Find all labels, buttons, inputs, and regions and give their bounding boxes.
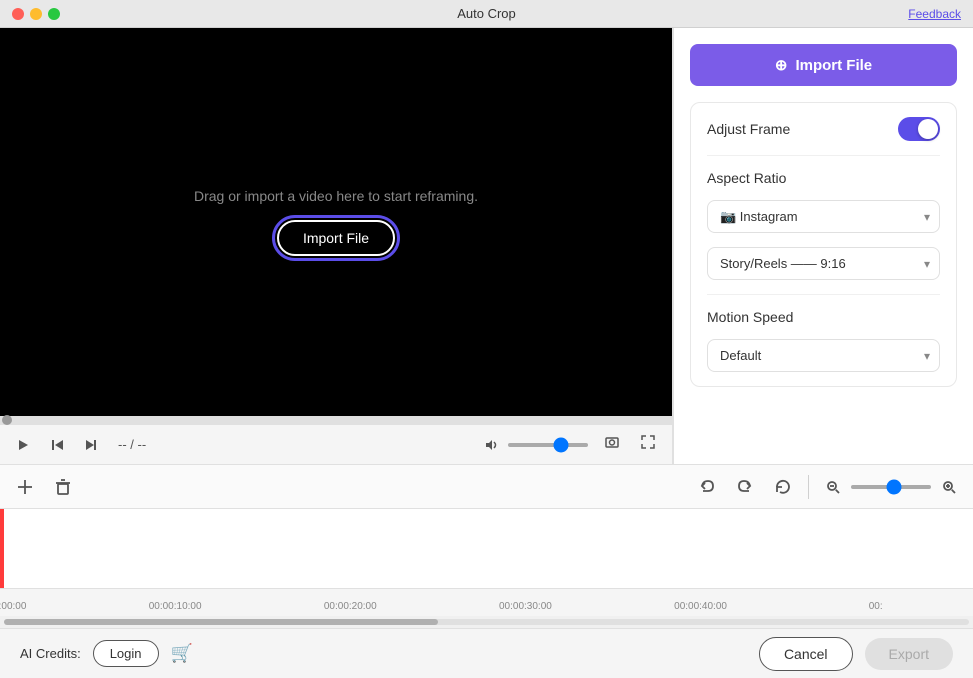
add-tool-button[interactable]	[12, 476, 38, 498]
toolbar-divider	[808, 475, 809, 499]
step-back-button[interactable]	[46, 436, 68, 454]
maximize-button[interactable]	[48, 8, 60, 20]
section-divider-2	[707, 294, 940, 295]
timeline-ruler: 00:00:00:00 00:00:10:00 00:00:20:00 00:0…	[0, 588, 973, 616]
cancel-button[interactable]: Cancel	[759, 637, 853, 671]
zoom-in-button[interactable]	[937, 477, 961, 497]
volume-icon[interactable]	[480, 436, 502, 454]
bottom-bar: AI Credits: Login 🛒 Cancel Export	[0, 628, 973, 678]
scrubber-bar[interactable]	[0, 416, 672, 424]
video-panel: Drag or import a video here to start ref…	[0, 28, 673, 464]
ratio-dropdown-wrap: Story/Reels —— 9:16 ▾	[707, 247, 940, 280]
right-panel: ⊕ Import File Adjust Frame Aspect Ratio …	[673, 28, 973, 464]
ai-credits-label: AI Credits:	[20, 646, 81, 661]
fullscreen-button[interactable]	[636, 432, 660, 457]
ruler-tick-4: 00:00:40:00	[674, 601, 727, 612]
login-button[interactable]: Login	[93, 640, 159, 667]
playback-controls: -- / --	[0, 424, 672, 464]
timeline-playhead[interactable]	[0, 509, 4, 588]
close-button[interactable]	[12, 8, 24, 20]
timeline-scrollbar-track	[4, 619, 969, 625]
platform-dropdown-wrap: 📷 Instagram ▾	[707, 200, 940, 233]
motion-speed-label: Motion Speed	[707, 309, 940, 325]
undo-button[interactable]	[694, 476, 720, 498]
export-button: Export	[865, 638, 953, 670]
ruler-tick-1: 00:00:10:00	[149, 601, 202, 612]
motion-speed-section: Motion Speed	[707, 309, 940, 325]
scrubber-handle[interactable]	[2, 415, 12, 425]
section-divider-1	[707, 155, 940, 156]
toggle-thumb	[918, 119, 938, 139]
step-forward-button[interactable]	[80, 436, 102, 454]
aspect-ratio-label: Aspect Ratio	[707, 170, 940, 186]
import-plus-icon: ⊕	[775, 56, 788, 74]
aspect-ratio-section: Aspect Ratio	[707, 170, 940, 186]
play-button[interactable]	[12, 436, 34, 454]
timeline-track	[0, 509, 973, 588]
timeline-scrollbar-wrap[interactable]	[0, 616, 973, 628]
video-viewport: Drag or import a video here to start ref…	[0, 28, 672, 416]
ruler-tick-0: 00:00:00:00	[0, 601, 26, 612]
refresh-button[interactable]	[770, 476, 796, 498]
cart-icon[interactable]: 🛒	[171, 643, 193, 664]
motion-speed-dropdown-wrap: Default ▾	[707, 339, 940, 372]
screenshot-button[interactable]	[600, 432, 624, 457]
delete-tool-button[interactable]	[50, 476, 76, 498]
ratio-dropdown[interactable]: Story/Reels —— 9:16	[707, 247, 940, 280]
main-content: Drag or import a video here to start ref…	[0, 28, 973, 464]
zoom-slider[interactable]	[851, 485, 931, 489]
import-file-video-button[interactable]: Import File	[277, 220, 395, 256]
bottom-actions: Cancel Export	[759, 637, 953, 671]
redo-button[interactable]	[732, 476, 758, 498]
settings-section: Adjust Frame Aspect Ratio 📷 Instagram ▾	[690, 102, 957, 387]
adjust-frame-label: Adjust Frame	[707, 121, 790, 137]
ruler-tick-3: 00:00:30:00	[499, 601, 552, 612]
app-title: Auto Crop	[457, 6, 516, 21]
ruler-tick-2: 00:00:20:00	[324, 601, 377, 612]
time-display: -- / --	[118, 437, 146, 452]
toolbar-row	[0, 464, 973, 508]
feedback-link[interactable]: Feedback	[908, 7, 961, 21]
ruler-tick-5: 00:	[869, 601, 883, 612]
platform-dropdown[interactable]: 📷 Instagram	[707, 200, 940, 233]
zoom-out-button[interactable]	[821, 477, 845, 497]
timeline-scrollbar-thumb[interactable]	[4, 619, 438, 625]
zoom-control	[821, 477, 961, 497]
traffic-lights	[12, 8, 60, 20]
timeline-area: 00:00:00:00 00:00:10:00 00:00:20:00 00:0…	[0, 508, 973, 628]
import-file-button[interactable]: ⊕ Import File	[690, 44, 957, 86]
minimize-button[interactable]	[30, 8, 42, 20]
motion-speed-dropdown[interactable]: Default	[707, 339, 940, 372]
title-bar: Auto Crop Feedback	[0, 0, 973, 28]
adjust-frame-row: Adjust Frame	[707, 117, 940, 141]
drag-text: Drag or import a video here to start ref…	[194, 188, 478, 204]
volume-control	[480, 436, 588, 454]
volume-slider[interactable]	[508, 443, 588, 447]
import-file-label: Import File	[795, 57, 872, 74]
adjust-frame-toggle[interactable]	[898, 117, 940, 141]
